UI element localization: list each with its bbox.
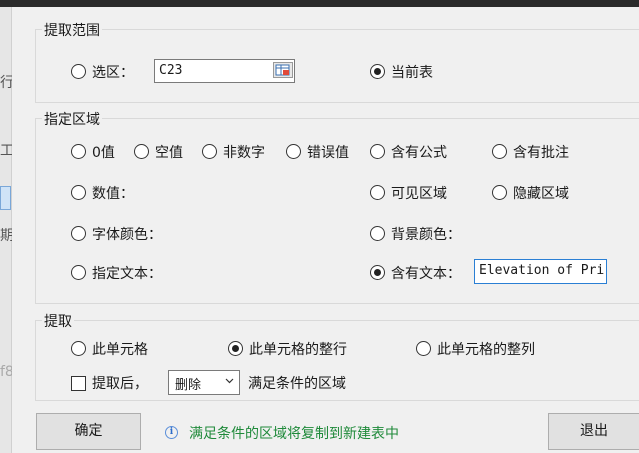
number-label: 数值：	[92, 186, 134, 202]
contains-text-input[interactable]: Elevation of Pri	[474, 259, 607, 284]
number-radio[interactable]	[71, 185, 86, 200]
background-color-label: 背景颜色：	[391, 227, 461, 243]
hidden-area-label: 隐藏区域	[513, 186, 569, 202]
has-formula-radio[interactable]	[370, 144, 385, 159]
zero-value-radio[interactable]	[71, 144, 86, 159]
error-value-label: 错误值	[307, 145, 349, 161]
background-selection	[0, 186, 11, 210]
font-color-radio[interactable]	[71, 226, 86, 241]
this-cell-radio[interactable]	[71, 341, 86, 356]
info-message: 满足条件的区域将复制到新建表中	[189, 426, 399, 442]
background-text: 期	[0, 228, 12, 244]
hidden-area-radio[interactable]	[492, 185, 507, 200]
this-cell-label: 此单元格	[92, 342, 148, 358]
after-extract-suffix: 满足条件的区域	[248, 376, 346, 392]
non-numeric-label: 非数字	[223, 145, 265, 161]
ok-button[interactable]: 确定	[36, 413, 141, 450]
entire-row-label: 此单元格的整行	[249, 342, 347, 358]
font-color-label: 字体颜色：	[92, 227, 162, 243]
non-numeric-radio[interactable]	[202, 144, 217, 159]
contains-text-radio[interactable]	[370, 265, 385, 280]
after-extract-checkbox[interactable]	[71, 376, 86, 391]
background-color-radio[interactable]	[370, 226, 385, 241]
title-bar	[0, 0, 639, 7]
blank-value-radio[interactable]	[134, 144, 149, 159]
chevron-down-icon	[225, 378, 234, 384]
current-sheet-label: 当前表	[391, 65, 433, 81]
selection-label: 选区：	[92, 65, 134, 81]
visible-area-label: 可见区域	[391, 186, 447, 202]
extract-range-legend: 提取范围	[42, 20, 102, 40]
contains-text-label: 含有文本：	[391, 266, 461, 282]
after-extract-action-value: 删除	[175, 378, 202, 393]
visible-area-radio[interactable]	[370, 185, 385, 200]
extract-legend: 提取	[42, 311, 74, 331]
range-picker-icon	[275, 64, 290, 76]
after-extract-label: 提取后，	[92, 376, 148, 392]
info-icon: i	[165, 426, 178, 439]
zero-value-label: 0值	[92, 145, 115, 161]
specified-area-legend: 指定区域	[42, 109, 102, 129]
after-extract-action-select[interactable]: 删除	[168, 370, 240, 395]
background-text: 行	[0, 75, 12, 91]
range-picker-button[interactable]	[273, 62, 293, 78]
has-formula-label: 含有公式	[391, 145, 447, 161]
specified-text-label: 指定文本：	[92, 266, 162, 282]
entire-row-radio[interactable]	[228, 341, 243, 356]
entire-column-radio[interactable]	[416, 341, 431, 356]
selection-radio[interactable]	[71, 64, 86, 79]
current-sheet-radio[interactable]	[370, 64, 385, 79]
background-text: f8	[0, 364, 12, 380]
has-comment-radio[interactable]	[492, 144, 507, 159]
specified-text-radio[interactable]	[71, 265, 86, 280]
blank-value-label: 空值	[155, 145, 183, 161]
background-text: 工	[0, 143, 12, 159]
exit-button[interactable]: 退出	[548, 413, 639, 450]
error-value-radio[interactable]	[286, 144, 301, 159]
has-comment-label: 含有批注	[513, 145, 569, 161]
entire-column-label: 此单元格的整列	[437, 342, 535, 358]
